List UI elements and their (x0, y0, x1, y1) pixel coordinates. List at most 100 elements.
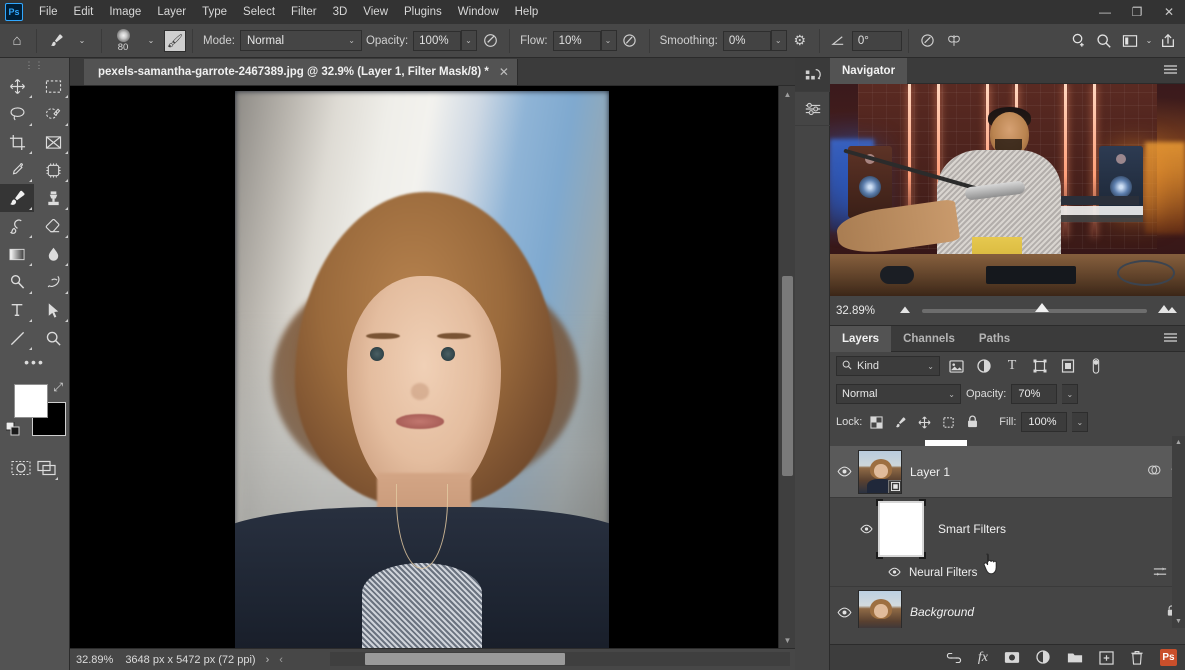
type-tool[interactable] (0, 296, 34, 324)
butterfly-symmetry-icon[interactable] (941, 28, 967, 54)
layer-visibility-toggle[interactable] (830, 607, 858, 618)
history-panel-icon[interactable] (795, 58, 830, 92)
navigator-zoom-value[interactable]: 32.89% (836, 305, 898, 317)
pressure-opacity-icon[interactable] (477, 28, 503, 54)
path-selection-tool[interactable] (36, 296, 70, 324)
brush-size-preview[interactable]: 80 (108, 28, 138, 54)
lock-image-pixels-icon[interactable] (891, 413, 910, 432)
canvas-vscroll-thumb[interactable] (782, 276, 793, 476)
smart-filters-visibility-toggle[interactable] (854, 524, 878, 534)
status-expand-icon[interactable]: › (266, 654, 270, 666)
layer-fill-input[interactable]: 100% (1021, 412, 1067, 432)
gradient-tool[interactable] (0, 240, 34, 268)
layer-filter-kind-select[interactable]: Kind ⌄ (836, 356, 940, 376)
eraser-tool[interactable] (36, 212, 70, 240)
neural-filters-label[interactable]: Neural Filters (909, 567, 977, 579)
crop-tool[interactable] (0, 128, 34, 156)
airbrush-icon[interactable] (617, 28, 643, 54)
menu-select[interactable]: Select (235, 1, 283, 23)
pen-tool[interactable] (36, 268, 70, 296)
rectangular-marquee-tool[interactable] (36, 72, 70, 100)
menu-window[interactable]: Window (450, 1, 507, 23)
panel-menu-icon[interactable] (1164, 333, 1177, 345)
table-row[interactable]: Layer 1 ⌃ (830, 446, 1185, 498)
lock-all-icon[interactable] (963, 413, 982, 432)
smart-filters-row[interactable]: Smart Filters (830, 498, 1185, 560)
layer-opacity-input[interactable]: 70% (1011, 384, 1057, 404)
default-colors-icon[interactable] (6, 422, 20, 439)
tab-channels[interactable]: Channels (891, 326, 967, 352)
add-layer-mask-button[interactable] (1004, 651, 1020, 664)
smart-filters-label[interactable]: Smart Filters (938, 522, 1006, 536)
navigator-thumbnail[interactable] (830, 84, 1185, 296)
layer-thumbnail[interactable] (858, 590, 902, 628)
layer-name[interactable]: Layer 1 (910, 465, 950, 479)
history-brush-tool[interactable] (0, 212, 34, 240)
tab-navigator[interactable]: Navigator (830, 58, 907, 84)
menu-layer[interactable]: Layer (149, 1, 194, 23)
new-layer-button[interactable] (1099, 651, 1114, 665)
search-icon[interactable] (1091, 28, 1117, 54)
tab-layers[interactable]: Layers (830, 326, 891, 352)
canvas-area[interactable] (70, 86, 795, 648)
brush-icon[interactable] (43, 28, 69, 54)
menu-edit[interactable]: Edit (66, 1, 102, 23)
workspace-icon[interactable] (1117, 28, 1143, 54)
adjustments-panel-icon[interactable] (795, 92, 830, 126)
filter-smart-objects-icon[interactable] (1056, 356, 1080, 377)
lock-artboard-nesting-icon[interactable] (939, 413, 958, 432)
scroll-down-icon[interactable]: ▼ (1172, 615, 1185, 628)
smoothing-input[interactable]: 0% (723, 31, 771, 51)
move-tool[interactable] (0, 72, 34, 100)
menu-help[interactable]: Help (507, 1, 547, 23)
maximize-button[interactable]: ❐ (1121, 0, 1153, 24)
document-tab[interactable]: pexels-samantha-garrote-2467389.jpg @ 32… (84, 59, 518, 85)
brush-settings-icon[interactable]: 🖌 (164, 30, 186, 52)
lock-position-icon[interactable] (915, 413, 934, 432)
screen-mode-icon[interactable] (35, 454, 61, 482)
layer-style-button[interactable]: fx (978, 650, 988, 666)
filter-pixel-layers-icon[interactable] (944, 356, 968, 377)
layer-blend-mode-select[interactable]: Normal ⌄ (836, 384, 961, 404)
close-button[interactable]: ✕ (1153, 0, 1185, 24)
link-layers-button[interactable] (946, 653, 962, 663)
layer-visibility-toggle[interactable] (830, 466, 858, 477)
blend-mode-select[interactable]: Normal ⌄ (240, 30, 362, 51)
status-zoom-level[interactable]: 32.89% (76, 654, 113, 666)
menu-3d[interactable]: 3D (325, 1, 356, 23)
filter-adjustment-layers-icon[interactable] (972, 356, 996, 377)
foreground-color-swatch[interactable] (14, 384, 48, 418)
lock-transparent-pixels-icon[interactable] (867, 413, 886, 432)
blur-tool[interactable] (36, 240, 70, 268)
toolbar-grip[interactable]: ⋮⋮ (0, 58, 69, 72)
swap-colors-icon[interactable]: ⤢ (53, 380, 63, 395)
zoom-tool[interactable] (36, 324, 70, 352)
eyedropper-tool[interactable] (0, 156, 34, 184)
menu-view[interactable]: View (355, 1, 396, 23)
edit-toolbar-button[interactable]: ••• (0, 352, 69, 372)
angle-input[interactable]: 0° (852, 31, 902, 51)
filter-settings-icon[interactable] (1153, 566, 1167, 581)
canvas-hscroll-thumb[interactable] (365, 653, 565, 665)
quick-mask-icon[interactable] (8, 454, 34, 482)
menu-filter[interactable]: Filter (283, 1, 325, 23)
brush-tool[interactable] (0, 184, 34, 212)
opacity-chevron[interactable]: ⌄ (461, 30, 477, 51)
properties-button[interactable]: Ps (1160, 649, 1177, 666)
clone-stamp-tool[interactable] (36, 184, 70, 212)
menu-type[interactable]: Type (194, 1, 235, 23)
canvas-vertical-scrollbar[interactable]: ▲ ▼ (778, 86, 795, 648)
layers-panel-scrollbar[interactable]: ▲ ▼ (1172, 436, 1185, 628)
gear-icon[interactable]: ⚙ (787, 28, 813, 54)
tab-paths[interactable]: Paths (967, 326, 1022, 352)
smoothing-chevron[interactable]: ⌄ (771, 30, 787, 51)
line-tool[interactable] (0, 324, 34, 352)
filter-toggle-icon[interactable] (1084, 356, 1108, 377)
filter-type-layers-icon[interactable]: T (1000, 356, 1024, 377)
layer-thumbnail[interactable] (858, 450, 902, 494)
zoom-out-icon[interactable] (898, 305, 912, 317)
pressure-size-icon[interactable] (915, 28, 941, 54)
filter-shape-layers-icon[interactable] (1028, 356, 1052, 377)
panel-menu-icon[interactable] (1164, 65, 1177, 77)
flow-input[interactable]: 10% (553, 31, 601, 51)
